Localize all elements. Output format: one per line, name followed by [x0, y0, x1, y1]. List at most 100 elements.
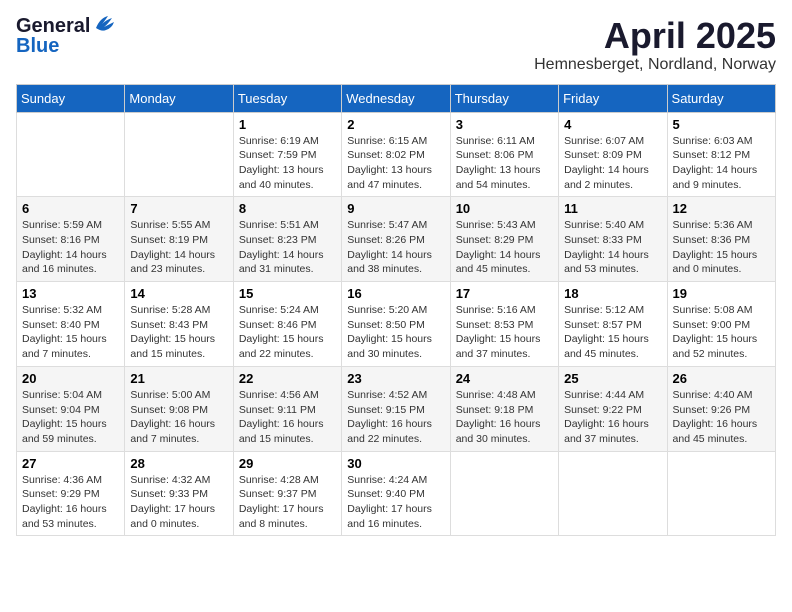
day-number: 4	[564, 117, 661, 132]
day-number: 3	[456, 117, 553, 132]
calendar-cell	[125, 112, 233, 197]
calendar-cell: 5 Sunrise: 6:03 AMSunset: 8:12 PMDaylight…	[667, 112, 775, 197]
weekday-header-tuesday: Tuesday	[233, 84, 341, 112]
calendar-cell: 27 Sunrise: 4:36 AMSunset: 9:29 PMDayligh…	[17, 451, 125, 536]
day-number: 30	[347, 456, 444, 471]
weekday-header-sunday: Sunday	[17, 84, 125, 112]
calendar-cell: 9 Sunrise: 5:47 AMSunset: 8:26 PMDaylight…	[342, 197, 450, 282]
calendar-week-row: 6Sunrise: 5:59 AMSunset: 8:16 PMDaylight…	[17, 197, 776, 282]
day-info: Sunrise: 5:20 AMSunset: 8:50 PMDaylight:…	[347, 303, 444, 362]
day-number: 21	[130, 371, 227, 386]
day-info: Sunrise: 5:55 AMSunset: 8:19 PMDaylight:…	[130, 218, 227, 277]
calendar-cell: 22 Sunrise: 4:56 AMSunset: 9:11 PMDayligh…	[233, 366, 341, 451]
day-info: Sunrise: 5:00 AMSunset: 9:08 PMDaylight:…	[130, 388, 227, 447]
day-number: 25	[564, 371, 661, 386]
calendar-week-row: 13Sunrise: 5:32 AMSunset: 8:40 PMDayligh…	[17, 282, 776, 367]
calendar-cell: 24 Sunrise: 4:48 AMSunset: 9:18 PMDayligh…	[450, 366, 558, 451]
day-number: 7	[130, 201, 227, 216]
calendar-table: SundayMondayTuesdayWednesdayThursdayFrid…	[16, 84, 776, 537]
calendar-cell: 21 Sunrise: 5:00 AMSunset: 9:08 PMDayligh…	[125, 366, 233, 451]
calendar-cell: 11 Sunrise: 5:40 AMSunset: 8:33 PMDayligh…	[559, 197, 667, 282]
day-number: 19	[673, 286, 770, 301]
day-number: 11	[564, 201, 661, 216]
day-number: 9	[347, 201, 444, 216]
calendar-cell	[450, 451, 558, 536]
calendar-cell: 30Sunrise: 4:24 AMSunset: 9:40 PMDayligh…	[342, 451, 450, 536]
day-info: Sunrise: 4:40 AMSunset: 9:26 PMDaylight:…	[673, 388, 770, 447]
day-info: Sunrise: 5:36 AMSunset: 8:36 PMDaylight:…	[673, 218, 770, 277]
day-info: Sunrise: 5:16 AMSunset: 8:53 PMDaylight:…	[456, 303, 553, 362]
calendar-cell: 28Sunrise: 4:32 AMSunset: 9:33 PMDayligh…	[125, 451, 233, 536]
day-info: Sunrise: 6:11 AMSunset: 8:06 PMDaylight:…	[456, 134, 553, 193]
day-number: 5	[673, 117, 770, 132]
weekday-header-row: SundayMondayTuesdayWednesdayThursdayFrid…	[17, 84, 776, 112]
calendar-cell	[17, 112, 125, 197]
logo-blue-text: Blue	[16, 36, 116, 56]
month-title: April 2025	[534, 16, 776, 56]
day-number: 6	[22, 201, 119, 216]
day-info: Sunrise: 5:04 AMSunset: 9:04 PMDaylight:…	[22, 388, 119, 447]
calendar-cell: 8Sunrise: 5:51 AMSunset: 8:23 PMDaylight…	[233, 197, 341, 282]
day-number: 2	[347, 117, 444, 132]
calendar-week-row: 27 Sunrise: 4:36 AMSunset: 9:29 PMDayligh…	[17, 451, 776, 536]
calendar-cell: 14 Sunrise: 5:28 AMSunset: 8:43 PMDayligh…	[125, 282, 233, 367]
day-info: Sunrise: 5:43 AMSunset: 8:29 PMDaylight:…	[456, 218, 553, 277]
calendar-cell: 6Sunrise: 5:59 AMSunset: 8:16 PMDaylight…	[17, 197, 125, 282]
day-number: 24	[456, 371, 553, 386]
day-number: 22	[239, 371, 336, 386]
weekday-header-thursday: Thursday	[450, 84, 558, 112]
day-info: Sunrise: 4:48 AMSunset: 9:18 PMDaylight:…	[456, 388, 553, 447]
day-info: Sunrise: 6:15 AMSunset: 8:02 PMDaylight:…	[347, 134, 444, 193]
day-number: 1	[239, 117, 336, 132]
day-number: 20	[22, 371, 119, 386]
weekday-header-saturday: Saturday	[667, 84, 775, 112]
calendar-cell: 16 Sunrise: 5:20 AMSunset: 8:50 PMDayligh…	[342, 282, 450, 367]
calendar-cell: 23Sunrise: 4:52 AMSunset: 9:15 PMDayligh…	[342, 366, 450, 451]
calendar-cell: 7 Sunrise: 5:55 AMSunset: 8:19 PMDaylight…	[125, 197, 233, 282]
calendar-cell: 15 Sunrise: 5:24 AMSunset: 8:46 PMDayligh…	[233, 282, 341, 367]
day-number: 27	[22, 456, 119, 471]
day-info: Sunrise: 6:19 AMSunset: 7:59 PMDaylight:…	[239, 134, 336, 193]
day-info: Sunrise: 4:36 AMSunset: 9:29 PMDaylight:…	[22, 473, 119, 532]
calendar-cell	[559, 451, 667, 536]
day-info: Sunrise: 5:08 AMSunset: 9:00 PMDaylight:…	[673, 303, 770, 362]
day-info: Sunrise: 6:07 AMSunset: 8:09 PMDaylight:…	[564, 134, 661, 193]
day-info: Sunrise: 4:56 AMSunset: 9:11 PMDaylight:…	[239, 388, 336, 447]
calendar-week-row: 20 Sunrise: 5:04 AMSunset: 9:04 PMDayligh…	[17, 366, 776, 451]
calendar-cell: 19 Sunrise: 5:08 AMSunset: 9:00 PMDayligh…	[667, 282, 775, 367]
day-info: Sunrise: 6:03 AMSunset: 8:12 PMDaylight:…	[673, 134, 770, 193]
title-section: April 2025 Hemnesberget, Nordland, Norwa…	[534, 16, 776, 74]
day-number: 16	[347, 286, 444, 301]
day-info: Sunrise: 5:51 AMSunset: 8:23 PMDaylight:…	[239, 218, 336, 277]
day-info: Sunrise: 5:12 AMSunset: 8:57 PMDaylight:…	[564, 303, 661, 362]
logo: General Blue	[16, 16, 126, 60]
logo-general-text: General	[16, 16, 90, 36]
day-number: 29	[239, 456, 336, 471]
calendar-cell: 17 Sunrise: 5:16 AMSunset: 8:53 PMDayligh…	[450, 282, 558, 367]
location-title: Hemnesberget, Nordland, Norway	[534, 56, 776, 74]
day-info: Sunrise: 5:47 AMSunset: 8:26 PMDaylight:…	[347, 218, 444, 277]
calendar-cell: 3 Sunrise: 6:11 AMSunset: 8:06 PMDaylight…	[450, 112, 558, 197]
calendar-cell: 12 Sunrise: 5:36 AMSunset: 8:36 PMDayligh…	[667, 197, 775, 282]
calendar-cell: 26 Sunrise: 4:40 AMSunset: 9:26 PMDayligh…	[667, 366, 775, 451]
calendar-cell: 13Sunrise: 5:32 AMSunset: 8:40 PMDayligh…	[17, 282, 125, 367]
calendar-cell: 29Sunrise: 4:28 AMSunset: 9:37 PMDayligh…	[233, 451, 341, 536]
day-number: 28	[130, 456, 227, 471]
weekday-header-friday: Friday	[559, 84, 667, 112]
page-header: General Blue April 2025 Hemnesberget, No…	[16, 16, 776, 74]
day-number: 26	[673, 371, 770, 386]
day-number: 18	[564, 286, 661, 301]
day-number: 14	[130, 286, 227, 301]
day-number: 15	[239, 286, 336, 301]
calendar-cell	[667, 451, 775, 536]
day-number: 12	[673, 201, 770, 216]
calendar-cell: 1 Sunrise: 6:19 AMSunset: 7:59 PMDaylight…	[233, 112, 341, 197]
day-info: Sunrise: 5:40 AMSunset: 8:33 PMDaylight:…	[564, 218, 661, 277]
day-info: Sunrise: 4:52 AMSunset: 9:15 PMDaylight:…	[347, 388, 444, 447]
logo-bird-icon	[94, 14, 116, 32]
calendar-cell: 10Sunrise: 5:43 AMSunset: 8:29 PMDayligh…	[450, 197, 558, 282]
weekday-header-monday: Monday	[125, 84, 233, 112]
day-number: 17	[456, 286, 553, 301]
day-info: Sunrise: 5:24 AMSunset: 8:46 PMDaylight:…	[239, 303, 336, 362]
day-info: Sunrise: 5:28 AMSunset: 8:43 PMDaylight:…	[130, 303, 227, 362]
